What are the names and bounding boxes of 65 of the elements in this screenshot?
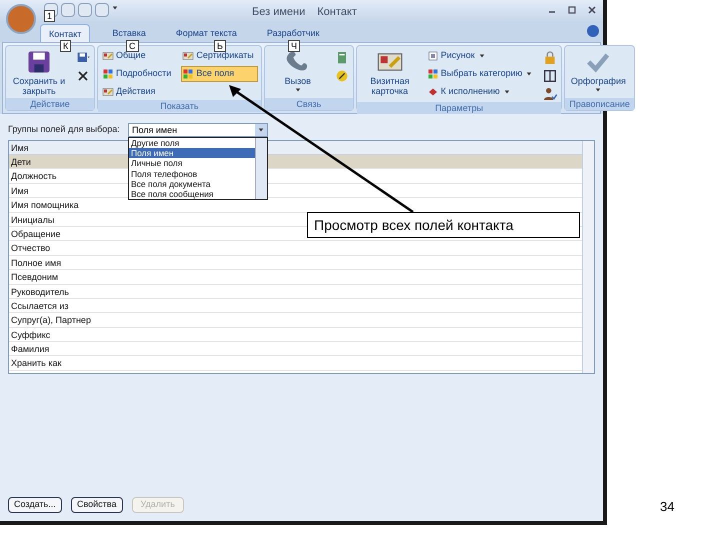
maximize-button[interactable] (567, 5, 577, 15)
field-label: Группы полей для выбора: (8, 123, 121, 136)
field-row[interactable]: Супруг(а), Партнер (9, 313, 582, 328)
field-row[interactable]: Фамилия (9, 342, 582, 356)
ribbon-tab[interactable]: Контакт (40, 24, 90, 42)
card-icon (102, 86, 114, 98)
key-tip: К (60, 40, 72, 52)
field-row[interactable]: Суффикс (9, 328, 582, 342)
close-button[interactable] (587, 5, 597, 15)
category-icon (182, 68, 194, 80)
ribbon-button[interactable]: Все поля (181, 66, 258, 82)
dropdown-option[interactable]: Поля телефонов (129, 168, 255, 179)
dialog-button[interactable]: Создать... (8, 497, 62, 513)
group-label: Показать (98, 100, 261, 112)
dropdown-option[interactable]: Личные поля (129, 158, 255, 169)
ribbon-button[interactable]: Визитная карточка (360, 48, 420, 102)
ribbon-button[interactable]: Подробности (101, 66, 176, 82)
group-label: Связь (264, 98, 353, 110)
caret-icon (294, 87, 301, 93)
picture-frame-icon (426, 50, 439, 62)
caret-icon (595, 87, 602, 93)
field-row[interactable]: Отчество (9, 241, 582, 256)
key-tip: Ч (288, 40, 300, 52)
scrollbar[interactable] (255, 138, 267, 199)
ribbon-button[interactable]: Выбрать категорию (426, 66, 536, 82)
ribbon-button[interactable]: Рисунок (426, 48, 536, 64)
card-icon (102, 50, 114, 62)
key-tip: 1 (44, 10, 56, 22)
slide-number: 34 (660, 498, 674, 516)
field-row[interactable]: Псевдоним (9, 270, 582, 285)
caret-icon (504, 89, 510, 95)
category-icon (102, 68, 114, 80)
window-title: Без имени (252, 5, 306, 20)
ribbon-tab[interactable]: Разработчик (258, 24, 328, 42)
category-icon (426, 68, 439, 80)
ribbon-tab[interactable]: Формат текста (168, 24, 245, 42)
caret-icon (112, 5, 118, 11)
dropdown-option[interactable]: Поля имен (129, 148, 255, 158)
caret-icon (258, 127, 264, 133)
key-tip: Ь (214, 40, 226, 52)
scrollbar[interactable] (582, 141, 594, 373)
ribbon-button[interactable]: Действия (101, 84, 176, 100)
ribbon-tab[interactable]: Вставка (104, 24, 154, 42)
dropdown-option[interactable]: Все поля сообщения (129, 188, 255, 200)
flag-icon (426, 86, 439, 98)
field-row[interactable]: Ссылается из (9, 298, 582, 314)
ribbon-button[interactable]: Орфография (568, 48, 628, 98)
field-group-dropdown[interactable]: Поля имен (128, 123, 268, 137)
field-row[interactable]: Полное имя (9, 256, 582, 270)
key-tip: С (126, 40, 138, 52)
dropdown-option[interactable]: Другие поля (129, 138, 255, 148)
window-subtitle: Контакт (317, 5, 357, 20)
card-icon (182, 50, 194, 62)
caret-icon (478, 53, 485, 59)
caret-icon (526, 71, 532, 77)
dropdown-arrow-button[interactable] (255, 124, 267, 136)
callout-tooltip: Просмотр всех полей контакта (307, 212, 580, 238)
field-row[interactable]: Руководитель (9, 284, 582, 299)
office-button[interactable] (6, 4, 36, 34)
group-label: Действие (6, 98, 94, 110)
ribbon-button[interactable]: К исполнению (426, 84, 536, 100)
field-row[interactable]: Хранить как (9, 356, 582, 371)
group-label: Правописание (565, 98, 634, 110)
group-label: Параметры (356, 102, 562, 114)
dialog-button[interactable]: Свойства (70, 497, 123, 513)
